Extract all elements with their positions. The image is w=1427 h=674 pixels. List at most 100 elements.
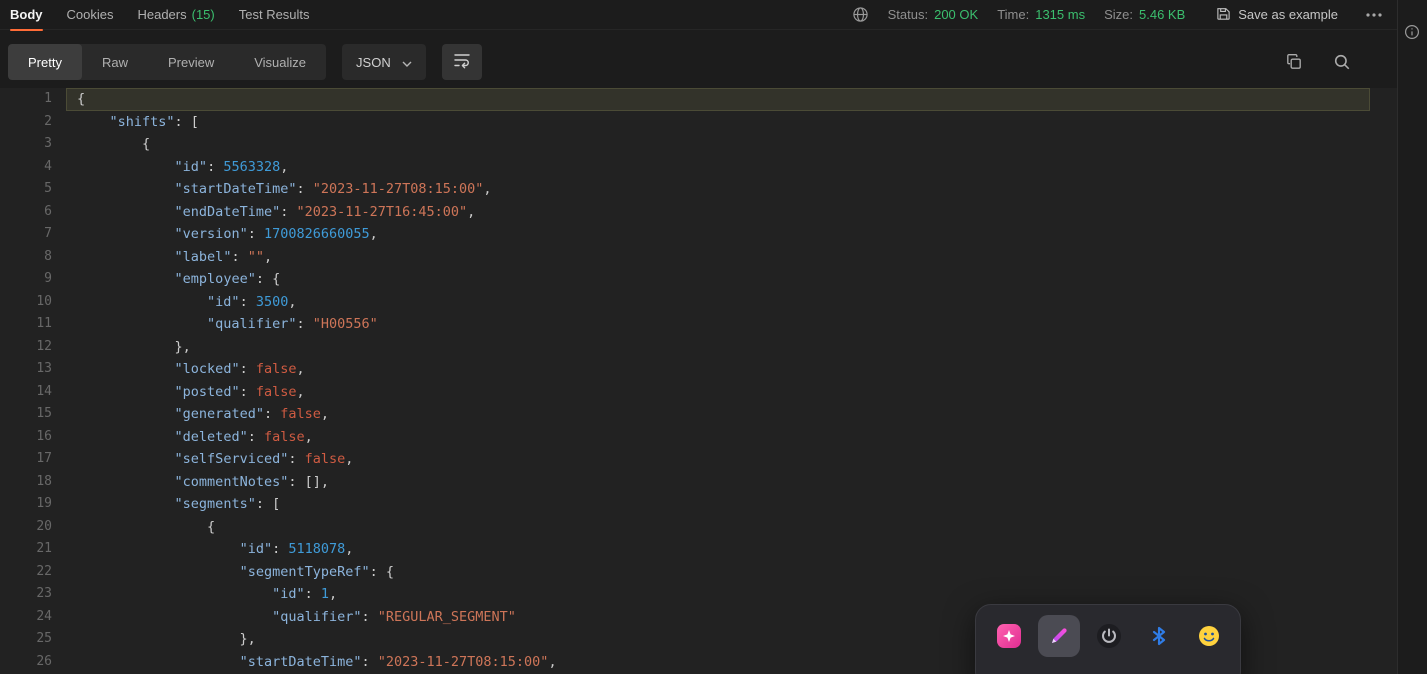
code-line[interactable]: 8 "label": "", <box>0 246 1370 269</box>
wrap-text-button[interactable] <box>441 44 482 80</box>
code-line[interactable]: 3 { <box>0 133 1370 156</box>
more-options-icon[interactable] <box>1365 12 1383 18</box>
line-number: 23 <box>36 586 52 601</box>
code-line[interactable]: 17 "selfServiced": false, <box>0 448 1370 471</box>
view-toolbar: Pretty Raw Preview Visualize JSON <box>8 44 482 80</box>
code-line[interactable]: 18 "commentNotes": [], <box>0 471 1370 494</box>
wrap-text-icon <box>453 51 471 74</box>
code-text: "commentNotes": [], <box>174 473 329 490</box>
size-badge: Size: 5.46 KB <box>1104 7 1185 22</box>
info-icon[interactable] <box>1404 24 1420 45</box>
code-line[interactable]: 13 "locked": false, <box>0 358 1370 381</box>
code-line[interactable]: 15 "generated": false, <box>0 403 1370 426</box>
line-number: 25 <box>36 631 52 646</box>
line-number: 4 <box>44 158 52 174</box>
status-value: 200 OK <box>934 7 979 22</box>
code-text: "id": 5118078, <box>239 541 354 557</box>
save-as-example-label: Save as example <box>1238 7 1338 22</box>
code-line[interactable]: 12 }, <box>0 336 1370 359</box>
code-text: "version": 1700826660055, <box>174 226 378 242</box>
code-line[interactable]: 2 "shifts": [ <box>0 111 1370 134</box>
save-as-example-button[interactable]: Save as example <box>1216 6 1338 24</box>
code-line[interactable]: 4 "id": 5563328, <box>0 156 1370 179</box>
line-number: 12 <box>36 338 52 354</box>
code-text: "qualifier": "H00556" <box>207 316 378 332</box>
tab-cookies[interactable]: Cookies <box>67 0 114 30</box>
code-text: "endDateTime": "2023-11-27T16:45:00", <box>174 203 476 220</box>
code-text: { <box>77 518 216 535</box>
code-lines: 1{2 "shifts": [3 {4 "id": 5563328, 5 "sta… <box>0 88 1397 673</box>
bluetooth-icon[interactable] <box>1138 615 1180 657</box>
code-line[interactable]: 23 "id": 1, <box>0 583 1370 606</box>
line-number: 2 <box>44 113 52 129</box>
response-tabs: Body Cookies Headers (15) Test Results <box>10 0 310 31</box>
line-number: 6 <box>44 203 52 219</box>
code-line[interactable]: 20 { <box>0 516 1370 539</box>
headers-count-badge: (15) <box>191 7 215 22</box>
language-dropdown[interactable]: JSON <box>342 44 426 80</box>
code-line[interactable]: 7 "version": 1700826660055, <box>0 223 1370 246</box>
search-icon[interactable] <box>1333 53 1351 71</box>
copy-icon[interactable] <box>1285 53 1303 71</box>
code-line[interactable]: 14 "posted": false, <box>0 381 1370 404</box>
mode-pretty-button[interactable]: Pretty <box>8 44 82 80</box>
line-number: 1 <box>44 91 52 106</box>
code-text: "employee": { <box>174 271 281 287</box>
status-label: Status: <box>887 7 929 22</box>
annotate-app-badge <box>997 624 1021 648</box>
size-label: Size: <box>1104 7 1133 22</box>
line-number: 8 <box>44 248 52 264</box>
time-value: 1315 ms <box>1035 7 1086 22</box>
code-text: "locked": false, <box>174 361 305 377</box>
code-text: "id": 5563328, <box>174 158 289 175</box>
mode-raw-button[interactable]: Raw <box>82 44 148 80</box>
annotation-dock <box>975 604 1241 674</box>
line-number: 18 <box>36 473 52 489</box>
code-line[interactable]: 10 "id": 3500, <box>0 291 1370 314</box>
code-line[interactable]: 21 "id": 5118078, <box>0 538 1370 561</box>
globe-icon[interactable] <box>852 6 869 23</box>
code-text: "segments": [ <box>174 496 281 512</box>
language-dropdown-value: JSON <box>356 54 391 70</box>
line-number: 16 <box>36 428 52 444</box>
code-text: }, <box>77 338 191 355</box>
mode-preview-button[interactable]: Preview <box>148 44 234 80</box>
code-line[interactable]: 16 "deleted": false, <box>0 426 1370 449</box>
status-badge: Status: 200 OK <box>888 7 979 22</box>
tab-test-results[interactable]: Test Results <box>239 0 310 30</box>
code-line[interactable]: 11 "qualifier": "H00556" <box>0 313 1370 336</box>
emoji-icon[interactable] <box>1188 615 1230 657</box>
context-rail <box>1397 0 1427 674</box>
editor-actions <box>1285 53 1351 71</box>
code-line[interactable]: 5 "startDateTime": "2023-11-27T08:15:00"… <box>0 178 1370 201</box>
line-number: 3 <box>44 136 52 151</box>
tab-test-results-label: Test Results <box>238 7 310 22</box>
line-number: 10 <box>36 293 52 309</box>
code-line[interactable]: 19 "segments": [ <box>0 493 1370 516</box>
mode-visualize-button[interactable]: Visualize <box>234 44 326 80</box>
code-text: "id": 1, <box>272 586 338 602</box>
line-number: 21 <box>36 541 52 556</box>
code-line[interactable]: 1{ <box>0 88 1370 111</box>
code-line[interactable]: 9 "employee": { <box>0 268 1370 291</box>
tab-headers[interactable]: Headers (15) <box>137 0 214 30</box>
line-number: 9 <box>44 271 52 286</box>
annotate-app-icon[interactable] <box>988 615 1030 657</box>
line-number: 20 <box>36 518 52 534</box>
view-mode-switcher: Pretty Raw Preview Visualize <box>8 44 327 80</box>
save-icon <box>1216 6 1231 24</box>
line-number: 11 <box>36 316 52 331</box>
code-text: "startDateTime": "2023-11-27T08:15:00", <box>174 181 492 197</box>
pen-tool-icon[interactable] <box>1038 615 1080 657</box>
line-number: 5 <box>44 181 52 196</box>
code-text: "shifts": [ <box>109 113 199 130</box>
chevron-down-icon <box>402 55 412 70</box>
response-body-editor[interactable]: 1{2 "shifts": [3 {4 "id": 5563328, 5 "sta… <box>0 88 1397 674</box>
code-line[interactable]: 6 "endDateTime": "2023-11-27T16:45:00", <box>0 201 1370 224</box>
response-header: Body Cookies Headers (15) Test Results S… <box>0 0 1397 31</box>
tab-body[interactable]: Body <box>10 0 43 31</box>
code-line[interactable]: 22 "segmentTypeRef": { <box>0 561 1370 584</box>
code-text: "id": 3500, <box>207 293 297 310</box>
line-number: 14 <box>36 383 52 399</box>
power-icon[interactable] <box>1088 615 1130 657</box>
